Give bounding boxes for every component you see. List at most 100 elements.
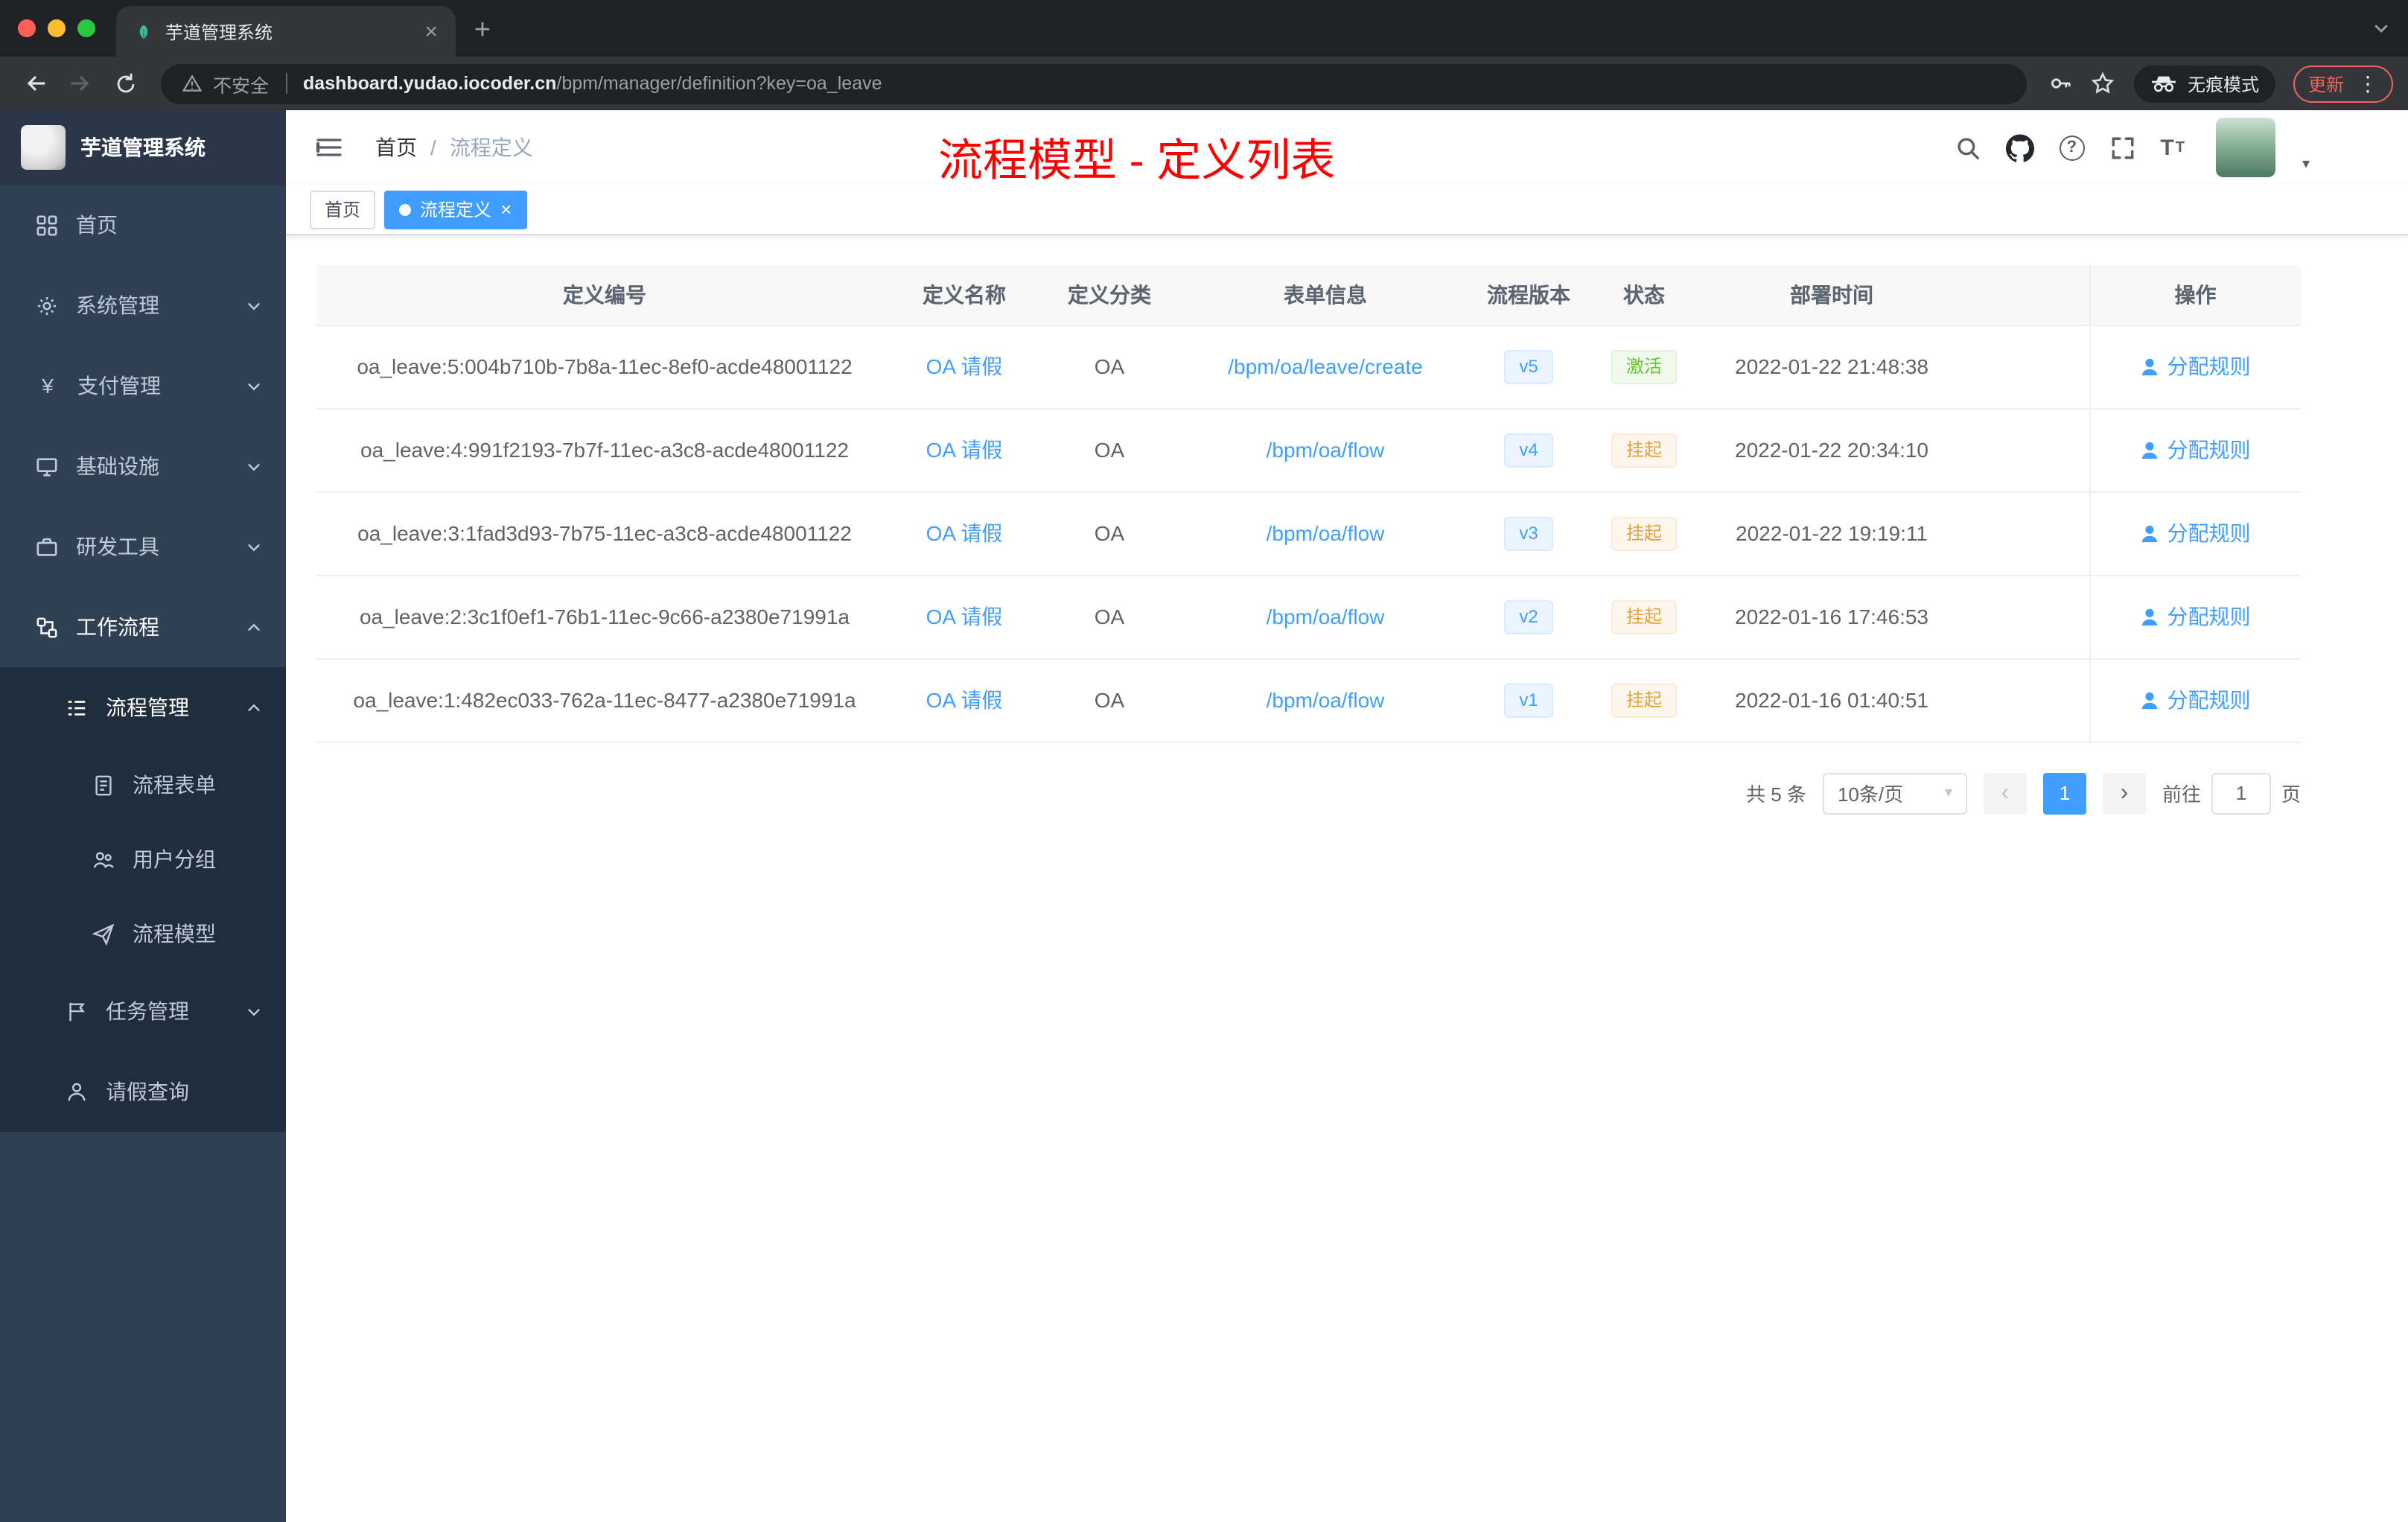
sidebar-item-label: 请假查询 [106, 1080, 189, 1104]
cell-category: OA [1035, 491, 1184, 576]
cell-deploy-time: 2022-01-22 20:34:10 [1698, 408, 1966, 492]
user-icon [2142, 691, 2158, 709]
form-link[interactable]: /bpm/oa/flow [1267, 688, 1385, 712]
cell-definition-id: oa_leave:3:1fad3d93-7b75-11ec-a3c8-acde4… [316, 491, 894, 576]
font-size-small: T [2175, 139, 2185, 156]
sidebar-toggle-icon[interactable] [310, 130, 348, 165]
back-button[interactable] [15, 63, 57, 104]
list-icon [68, 700, 86, 715]
chevron-down-icon [246, 1003, 262, 1019]
user-icon [2142, 524, 2158, 542]
sidebar-item-home[interactable]: 首页 [0, 185, 286, 265]
sidebar-item-label: 研发工具 [76, 535, 159, 558]
cell-deploy-time: 2022-01-16 17:46:53 [1698, 575, 1966, 659]
goto-page-input[interactable] [2211, 772, 2271, 814]
sidebar-item-system[interactable]: 系统管理 [0, 265, 286, 346]
definition-name-link[interactable]: OA 请假 [926, 605, 1003, 628]
total-count: 共 5 条 [1746, 783, 1806, 806]
browser-tab[interactable]: 芋道管理系统 × [116, 6, 456, 57]
tab-search-icon[interactable] [2372, 18, 2390, 45]
form-link[interactable]: /bpm/oa/leave/create [1228, 354, 1423, 378]
sidebar-item-process-management[interactable]: 流程管理 [0, 667, 286, 748]
assign-rule-button[interactable]: 分配规则 [2141, 351, 2251, 381]
sidebar-item-task-management[interactable]: 任务管理 [0, 971, 286, 1051]
page-size-select[interactable]: 10条/页 ▾ [1822, 772, 1967, 814]
reload-button[interactable] [104, 63, 146, 104]
definition-table: 定义编号 定义名称 定义分类 表单信息 流程版本 状态 部署时间 操作 oa_l… [316, 265, 2301, 742]
table-row: oa_leave:3:1fad3d93-7b75-11ec-a3c8-acde4… [316, 491, 2301, 576]
cell-version: v1 [1467, 658, 1590, 742]
cell-form-info: /bpm/oa/flow [1184, 491, 1467, 576]
browser-tabstrip: 芋道管理系统 × + [0, 0, 2408, 57]
window-zoom-button[interactable] [77, 19, 95, 37]
avatar-caret-icon[interactable]: ▾ [2302, 156, 2310, 173]
definition-name-link[interactable]: OA 请假 [926, 438, 1003, 462]
next-page-button[interactable]: › [2102, 772, 2146, 814]
col-definition-category: 定义分类 [1035, 265, 1184, 325]
form-link[interactable]: /bpm/oa/flow [1267, 521, 1385, 545]
assign-rule-button[interactable]: 分配规则 [2141, 435, 2251, 465]
help-icon[interactable]: ? [2059, 135, 2085, 160]
sidebar-item-label: 工作流程 [76, 615, 159, 639]
sidebar-logo[interactable]: 芋道管理系统 [0, 110, 286, 185]
window-close-button[interactable] [18, 19, 36, 37]
cell-category: OA [1035, 575, 1184, 659]
prev-page-button[interactable]: ‹ [1983, 772, 2027, 814]
sidebar-item-user-group[interactable]: 用户分组 [0, 822, 286, 897]
assign-rule-label: 分配规则 [2167, 354, 2251, 378]
forward-button[interactable] [60, 63, 101, 104]
tag-process-definition[interactable]: 流程定义 × [384, 190, 527, 229]
cell-definition-name: OA 请假 [894, 575, 1035, 659]
sidebar-item-devtools[interactable]: 研发工具 [0, 506, 286, 587]
assign-rule-label: 分配规则 [2167, 438, 2251, 462]
search-icon[interactable] [1955, 135, 1980, 160]
sidebar-item-workflow[interactable]: 工作流程 [0, 587, 286, 667]
monitor-icon [36, 457, 57, 476]
chevron-up-icon [246, 619, 262, 635]
main-area: 流程模型 - 定义列表 首页 / 流程定义 ? T T ▾ 首页 流程定义 × … [286, 110, 2408, 1522]
definition-name-link[interactable]: OA 请假 [926, 521, 1003, 545]
update-button[interactable]: 更新 ⋮ [2293, 65, 2393, 102]
spacer-cell [1966, 658, 2089, 742]
tag-close-icon[interactable]: × [500, 200, 512, 219]
sidebar-item-process-form[interactable]: 流程表单 [0, 748, 286, 822]
sidebar-item-leave-query[interactable]: 请假查询 [0, 1051, 286, 1132]
spacer-cell [1966, 575, 2089, 659]
cell-actions: 分配规则 [2089, 575, 2301, 659]
col-form-info: 表单信息 [1184, 265, 1467, 325]
spacer-cell [1966, 265, 2089, 325]
new-tab-button[interactable]: + [462, 10, 503, 52]
sidebar-item-payment[interactable]: ¥ 支付管理 [0, 346, 286, 426]
version-badge: v4 [1504, 433, 1553, 467]
table-row: oa_leave:5:004b710b-7b8a-11ec-8ef0-acde4… [316, 325, 2301, 409]
definition-name-link[interactable]: OA 请假 [926, 688, 1003, 712]
github-icon[interactable] [2005, 133, 2034, 162]
definition-name-link[interactable]: OA 请假 [926, 354, 1003, 378]
form-icon [95, 774, 112, 795]
window-minimize-button[interactable] [48, 19, 66, 37]
form-link[interactable]: /bpm/oa/flow [1267, 605, 1385, 628]
font-size-icon[interactable]: TT [2160, 135, 2185, 160]
sidebar-item-infrastructure[interactable]: 基础设施 [0, 426, 286, 506]
fullscreen-icon[interactable] [2109, 135, 2135, 160]
sidebar-item-process-model[interactable]: 流程模型 [0, 897, 286, 971]
url-bar[interactable]: 不安全 dashboard.yudao.iocoder.cn/bpm/manag… [161, 63, 2027, 104]
chevron-down-icon [246, 297, 262, 313]
browser-menu-icon[interactable]: ⋮ [2357, 71, 2378, 96]
tab-close-icon[interactable]: × [418, 17, 444, 45]
tag-home[interactable]: 首页 [310, 190, 376, 229]
avatar[interactable] [2215, 118, 2275, 177]
cell-category: OA [1035, 658, 1184, 742]
cell-definition-name: OA 请假 [894, 658, 1035, 742]
breadcrumb-separator: / [430, 136, 436, 159]
form-link[interactable]: /bpm/oa/flow [1267, 438, 1385, 462]
cell-status: 激活 [1590, 325, 1698, 409]
breadcrumb-home[interactable]: 首页 [375, 133, 417, 162]
page-number-button[interactable]: 1 [2042, 772, 2086, 814]
assign-rule-button[interactable]: 分配规则 [2141, 685, 2251, 715]
cell-category: OA [1035, 408, 1184, 492]
bookmark-star-icon[interactable] [2083, 64, 2122, 103]
assign-rule-button[interactable]: 分配规则 [2141, 602, 2251, 631]
password-key-icon[interactable] [2042, 64, 2080, 103]
assign-rule-button[interactable]: 分配规则 [2141, 518, 2251, 548]
